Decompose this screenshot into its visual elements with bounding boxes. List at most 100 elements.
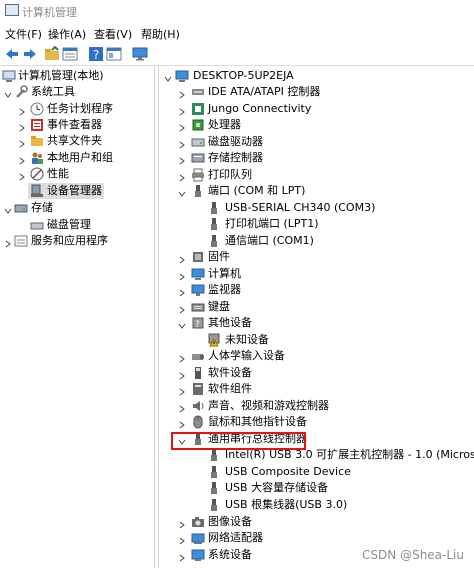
tree-item-event-viewer[interactable]: 事件查看器 [0,117,155,133]
other-devices-icon: ? [191,316,205,330]
port-icon [207,217,221,231]
tree-item-shared-folders[interactable]: 共享文件夹 [0,133,155,149]
chevron-right-icon[interactable] [178,171,186,182]
port-icon [191,184,205,198]
chevron-right-icon[interactable] [178,518,186,529]
chevron-right-icon[interactable] [178,369,186,380]
chevron-right-icon[interactable] [18,170,26,181]
chevron-down-icon[interactable] [4,88,12,98]
up-folder-icon[interactable] [44,46,60,62]
monitor-icon[interactable] [132,46,148,62]
device-usb-mass-storage[interactable]: USB 大容量存储设备 [159,480,474,496]
device-category-monitor[interactable]: 监视器 [159,282,474,298]
chevron-right-icon[interactable] [18,154,26,165]
device-category-storage-controller[interactable]: 存储控制器 [159,150,474,166]
device-category-firmware[interactable]: 固件 [159,249,474,265]
chevron-down-icon[interactable] [178,187,186,197]
device-root[interactable]: DESKTOP-5UP2EJA [159,68,474,84]
chevron-right-icon[interactable] [4,237,12,248]
device-usb-composite[interactable]: USB Composite Device [159,464,474,480]
event-viewer-icon [30,118,44,132]
chevron-right-icon[interactable] [178,270,186,281]
tree-item-storage[interactable]: 存储 [0,200,155,216]
chevron-down-icon[interactable] [4,204,12,214]
menu-action[interactable]: 操作(A) [48,26,86,42]
device-port-ch340[interactable]: USB-SERIAL CH340 (COM3) [159,200,474,216]
device-category-hid[interactable]: 人体学输入设备 [159,348,474,364]
show-hide-icon[interactable] [106,46,122,62]
tree-item-system-tools[interactable]: 系统工具 [0,84,155,100]
warning-device-icon [207,333,221,347]
chevron-right-icon[interactable] [178,534,186,545]
tree-item-task-scheduler[interactable]: 任务计划程序 [0,101,155,117]
properties-icon[interactable] [62,46,78,62]
chevron-right-icon[interactable] [178,402,186,413]
chevron-down-icon[interactable] [178,319,186,329]
tree-item-disk-management[interactable]: 磁盘管理 [0,217,155,233]
device-category-cpu[interactable]: 处理器 [159,117,474,133]
device-port-lpt1[interactable]: 打印机端口 (LPT1) [159,216,474,232]
chevron-right-icon[interactable] [178,105,186,116]
chevron-right-icon[interactable] [178,385,186,396]
device-category-keyboard[interactable]: 键盘 [159,299,474,315]
tree-item-computer-management[interactable]: 计算机管理(本地) [0,68,155,84]
device-category-disk[interactable]: 磁盘驱动器 [159,134,474,150]
keyboard-icon [191,300,205,314]
menu-help[interactable]: 帮助(H) [141,26,180,42]
menu-bar: 文件(F) 操作(A) 查看(V) 帮助(H) [0,24,474,42]
device-category-imaging[interactable]: 图像设备 [159,514,474,530]
chevron-right-icon[interactable] [178,286,186,297]
device-tree: DESKTOP-5UP2EJA IDE ATA/ATAPI 控制器 Jungo … [158,66,474,568]
chevron-right-icon[interactable] [178,121,186,132]
chevron-right-icon[interactable] [178,253,186,264]
disk-drive-icon [191,135,205,149]
usb-icon [207,465,221,479]
chevron-right-icon[interactable] [178,352,186,363]
device-category-jungo[interactable]: Jungo Connectivity [159,101,474,117]
performance-icon [30,167,44,181]
chevron-right-icon[interactable] [178,154,186,165]
chevron-down-icon[interactable] [164,72,172,82]
watermark: CSDN @Shea-Liu [362,548,464,562]
chevron-right-icon[interactable] [178,418,186,429]
port-icon [207,201,221,215]
chevron-right-icon[interactable] [178,88,186,99]
device-port-com1[interactable]: 通信端口 (COM1) [159,233,474,249]
usb-icon [207,448,221,462]
device-category-ports[interactable]: 端口 (COM 和 LPT) [159,183,474,199]
device-category-mouse[interactable]: 鼠标和其他指针设备 [159,414,474,430]
device-usb-root-hub[interactable]: USB 根集线器(USB 3.0) [159,497,474,513]
chevron-right-icon[interactable] [178,303,186,314]
tree-item-device-manager[interactable]: 设备管理器 [28,183,104,199]
help-icon[interactable]: ? [88,46,104,62]
speaker-icon [191,399,205,413]
chevron-right-icon[interactable] [178,138,186,149]
computer-icon [191,267,205,281]
chevron-right-icon[interactable] [178,551,186,562]
chevron-right-icon[interactable] [18,137,26,148]
storage-controller-icon [191,151,205,165]
device-category-other[interactable]: ? 其他设备 [159,315,474,331]
tree-item-local-users[interactable]: 本地用户和组 [0,150,155,166]
device-category-software-devices[interactable]: 软件设备 [159,365,474,381]
menu-file[interactable]: 文件(F) [5,26,42,42]
network-adapter-icon [191,531,205,545]
device-category-software-components[interactable]: 软件组件 [159,381,474,397]
device-category-computer[interactable]: 计算机 [159,266,474,282]
chevron-right-icon[interactable] [18,121,26,132]
device-category-sound[interactable]: 声音、视频和游戏控制器 [159,398,474,414]
device-category-print-queue[interactable]: 打印队列 [159,167,474,183]
chevron-right-icon[interactable] [18,105,26,116]
port-icon [207,234,221,248]
tree-item-services-apps[interactable]: 服务和应用程序 [0,233,155,249]
menu-view[interactable]: 查看(V) [94,26,132,42]
device-category-ide[interactable]: IDE ATA/ATAPI 控制器 [159,84,474,100]
tree-item-performance[interactable]: 性能 [0,166,155,182]
storage-icon [14,201,28,215]
back-icon[interactable] [4,46,20,62]
printer-icon [191,168,205,182]
forward-icon[interactable] [22,46,38,62]
device-unknown[interactable]: 未知设备 [159,332,474,348]
jungo-icon [191,102,205,116]
device-category-network[interactable]: 网络适配器 [159,530,474,546]
